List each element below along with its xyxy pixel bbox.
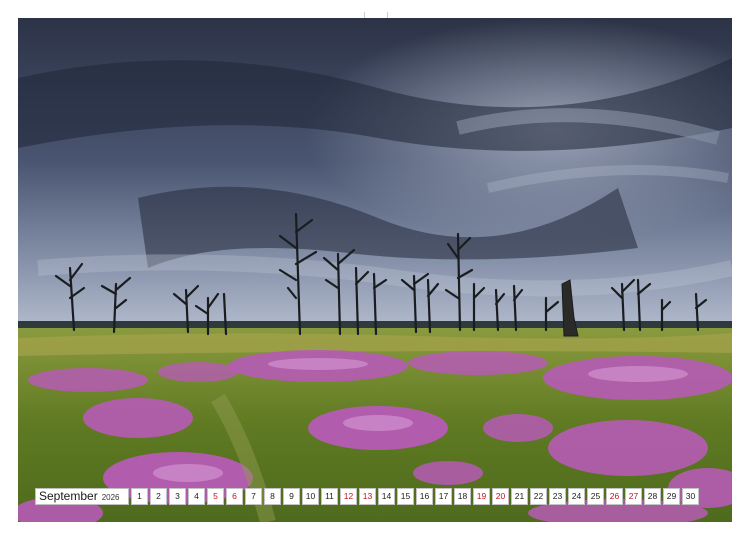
day-cell: 28 [644, 488, 661, 505]
month-label-box: September 2026 [35, 488, 129, 505]
day-cell: 18 [454, 488, 471, 505]
heathland-scene [18, 18, 732, 522]
day-cell: 16 [416, 488, 433, 505]
day-cell: 17 [435, 488, 452, 505]
day-cell: 25 [587, 488, 604, 505]
day-cell: 29 [663, 488, 680, 505]
day-cell: 27 [625, 488, 642, 505]
year-label: 2026 [101, 493, 120, 502]
month-name: September [39, 489, 98, 503]
day-cell: 1 [131, 488, 148, 505]
day-cell: 30 [682, 488, 699, 505]
day-cell: 10 [302, 488, 319, 505]
day-cell: 9 [283, 488, 300, 505]
landscape-photo [18, 18, 732, 522]
day-cell: 21 [511, 488, 528, 505]
day-cell: 7 [245, 488, 262, 505]
day-cell: 24 [568, 488, 585, 505]
day-cell: 11 [321, 488, 338, 505]
day-cell: 12 [340, 488, 357, 505]
calendar-strip: September 2026 1 2 3 4 5 6 7 8 9 10 11 12 13 14 15 16 17… [35, 488, 699, 505]
day-cell: 22 [530, 488, 547, 505]
day-cell: 2 [150, 488, 167, 505]
day-cell: 4 [188, 488, 205, 505]
day-cell: 8 [264, 488, 281, 505]
day-cell: 26 [606, 488, 623, 505]
day-cell: 5 [207, 488, 224, 505]
day-cell: 19 [473, 488, 490, 505]
day-cell: 15 [397, 488, 414, 505]
day-cell: 14 [378, 488, 395, 505]
day-cell: 13 [359, 488, 376, 505]
day-cell: 3 [169, 488, 186, 505]
day-cell: 6 [226, 488, 243, 505]
day-cell: 20 [492, 488, 509, 505]
day-cell: 23 [549, 488, 566, 505]
